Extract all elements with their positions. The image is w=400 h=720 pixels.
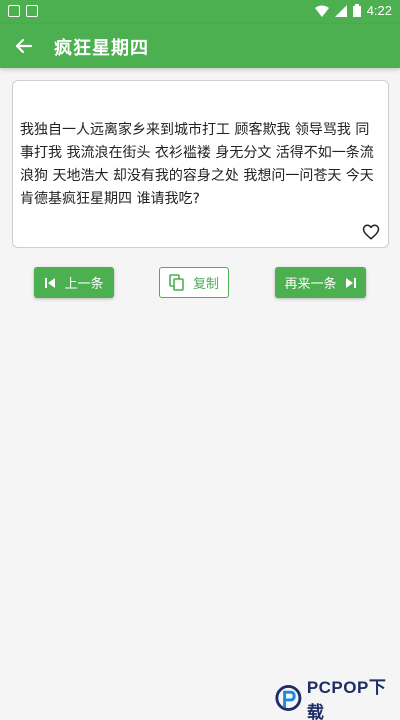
copy-button[interactable]: 复制 xyxy=(159,267,229,298)
content-text: 我独自一人远离家乡来到城市打工 顾客欺我 领导骂我 同事打我 我流浪在街头 衣衫… xyxy=(20,122,374,207)
signal-icon xyxy=(334,4,347,17)
watermark: PCPOP下载 xyxy=(274,678,400,720)
skip-previous-icon xyxy=(45,277,56,288)
content-card: 我独自一人远离家乡来到城市打工 顾客欺我 领导骂我 同事打我 我流浪在街头 衣衫… xyxy=(12,80,389,248)
heart-outline-icon[interactable] xyxy=(362,223,380,241)
watermark-text: PCPOP下载 xyxy=(306,678,387,720)
next-button-label: 再来一条 xyxy=(284,277,337,292)
copy-icon xyxy=(169,273,184,291)
prev-button[interactable]: 上一条 xyxy=(34,267,114,298)
image-icon xyxy=(8,5,20,17)
skip-next-icon xyxy=(345,277,356,288)
arrow-left-icon xyxy=(15,38,33,54)
next-button[interactable]: 再来一条 xyxy=(275,267,366,298)
status-time: 4:22 xyxy=(366,3,392,18)
back-button[interactable] xyxy=(10,32,38,60)
battery-icon xyxy=(352,4,361,17)
prev-button-label: 上一条 xyxy=(64,277,104,292)
copy-button-label: 复制 xyxy=(192,277,219,292)
a-icon xyxy=(26,5,38,17)
pcpop-logo-icon xyxy=(275,685,302,711)
page-title: 疯狂星期四 xyxy=(54,38,149,59)
status-bar: 4:22 xyxy=(0,0,400,24)
app-bar: 疯狂星期四 xyxy=(0,24,400,68)
wifi-icon xyxy=(314,5,329,17)
